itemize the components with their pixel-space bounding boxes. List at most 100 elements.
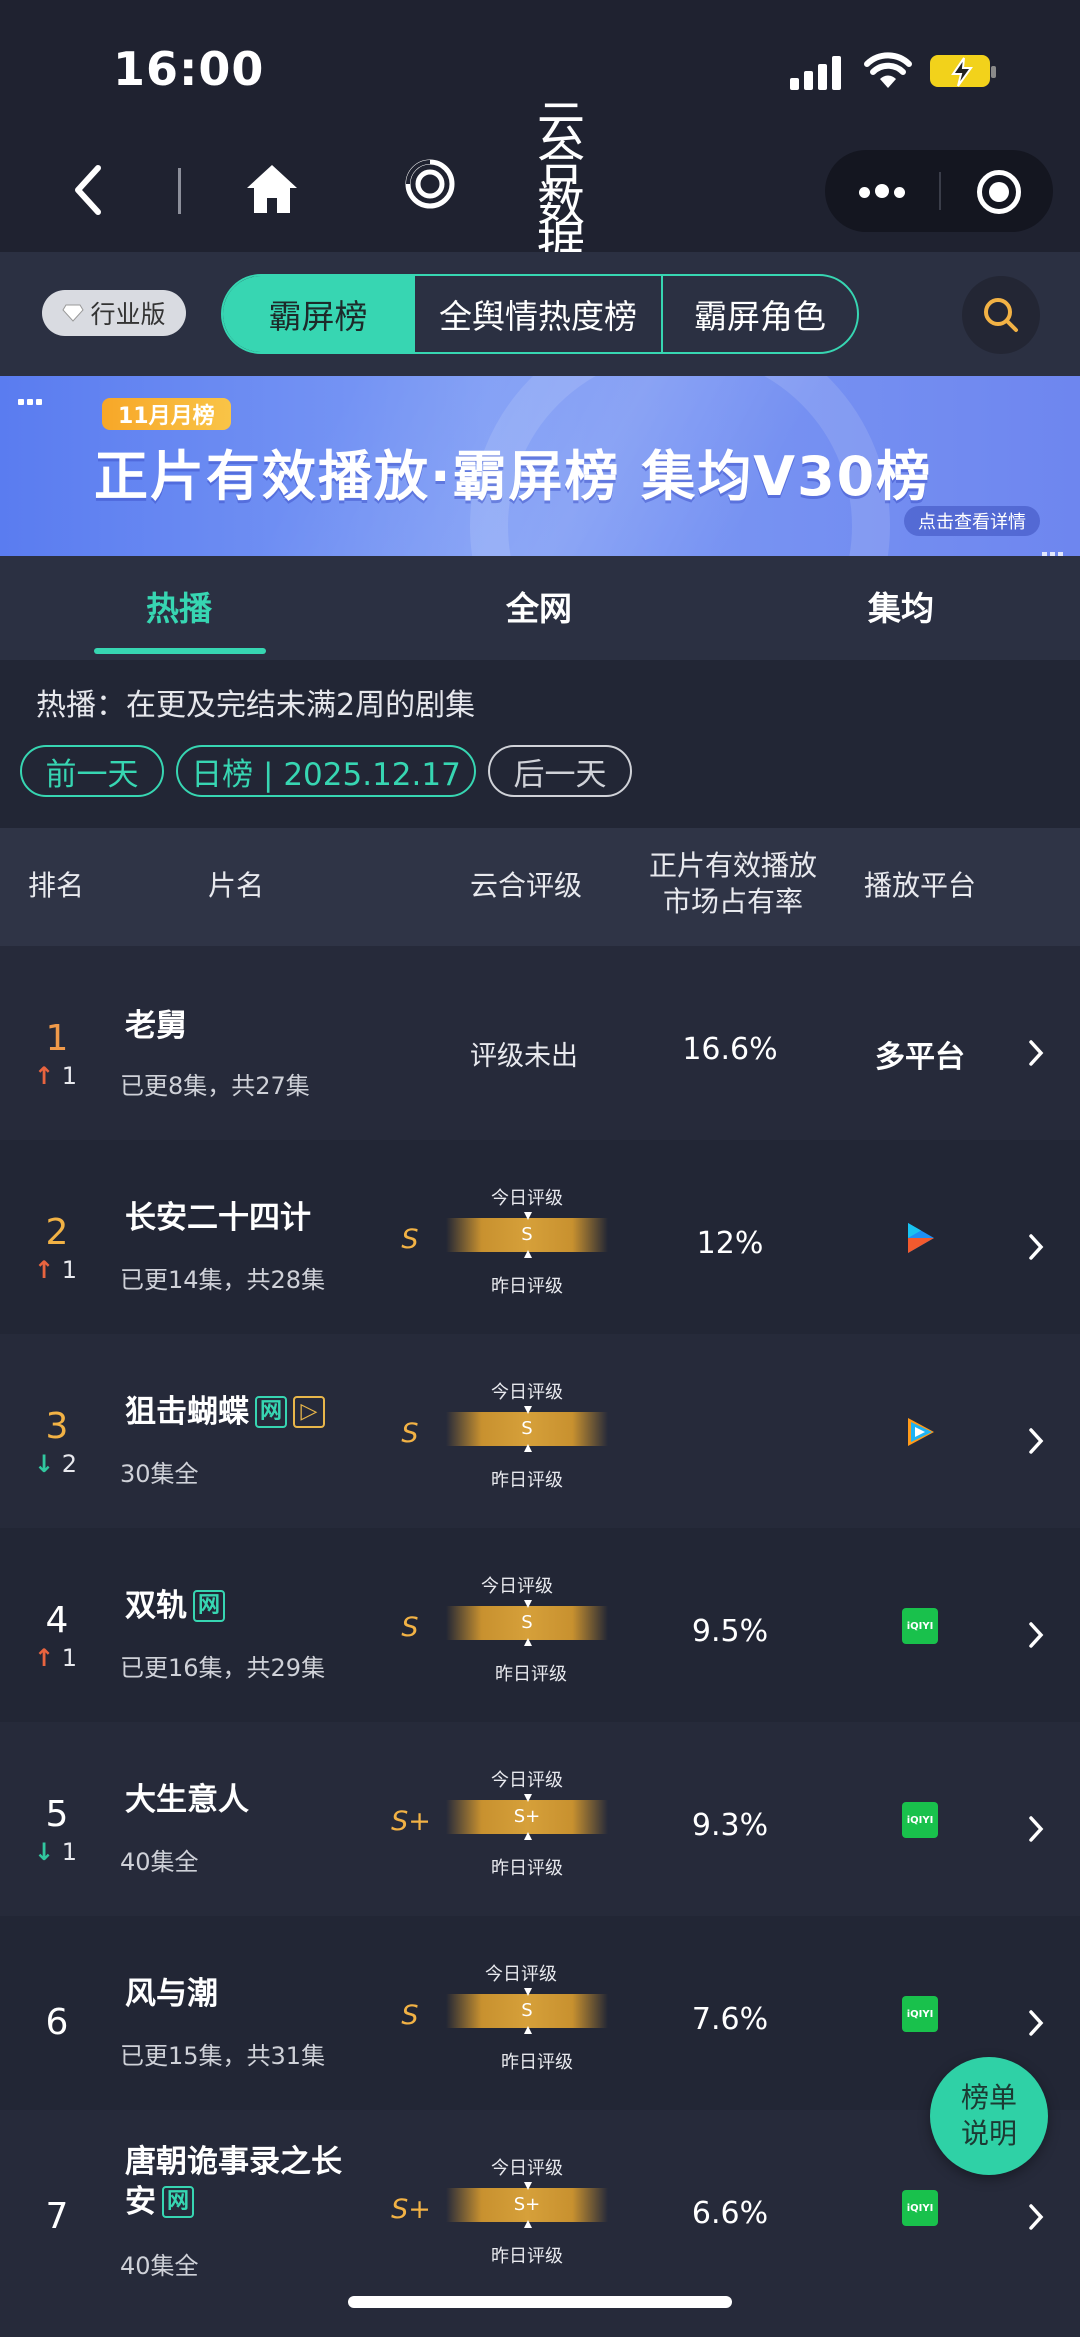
iqiyi-icon: iQIYI (902, 1996, 938, 2032)
edition-badge[interactable]: 行业版 (42, 290, 186, 336)
rank-trend: ↓ 2 (34, 1450, 78, 1478)
header-title: 片名 (208, 869, 265, 902)
grade-letter: S+ (391, 1806, 431, 1837)
segment-roles[interactable]: 霸屏角色 (661, 276, 857, 352)
yunhe-logo-icon (405, 159, 455, 209)
brand-name: 云合数据 (537, 96, 586, 272)
episode-info: 40集全 (120, 1848, 199, 1876)
drama-title: 老舅 (125, 1008, 187, 1044)
market-share: 9.3% (691, 1808, 769, 1843)
sub-tabs: 热播 全网 集均 (0, 556, 1080, 660)
grade-bar: S (446, 1600, 608, 1646)
episode-info: 已更15集，共31集 (120, 2042, 326, 2070)
active-tab-indicator (94, 648, 266, 654)
today-grade-label: 今日评级 (491, 1770, 563, 1791)
ranking-segmented-control: 霸屏榜 全舆情热度榜 霸屏角色 (221, 274, 859, 354)
drama-title: 狙击蝴蝶 网 ▷ (125, 1392, 325, 1432)
grade-bar: S+ (446, 1794, 608, 1840)
close-miniprogram-icon[interactable] (977, 170, 1021, 214)
yesterday-grade-label: 昨日评级 (491, 1276, 563, 1297)
table-row[interactable]: 4 ↑ 1 双轨 网 已更16集，共29集 S 今日评级 S 昨日评级 9.5%… (0, 1528, 1080, 1722)
back-arrow-icon[interactable] (68, 162, 108, 218)
date-navigation: 前一天 日榜 | 2025.12.17 后一天 (20, 745, 644, 797)
table-row[interactable]: 3 ↓ 2 狙击蝴蝶 网 ▷ 30集全 S 今日评级 S 昨日评级 (0, 1334, 1080, 1528)
table-row[interactable]: 2 ↑ 1 长安二十四计 已更14集，共28集 S 今日评级 S 昨日评级 12… (0, 1140, 1080, 1334)
market-share: 9.5% (691, 1614, 769, 1649)
chevron-right-icon[interactable] (1026, 2202, 1046, 2232)
header-share: 正片有效播放 市场占有率 (648, 849, 817, 918)
rank-number: 1 (45, 1018, 69, 1059)
today-grade-label: 今日评级 (491, 1382, 563, 1403)
table-row[interactable]: 5 ↓ 1 大生意人 40集全 S+ 今日评级 S+ 昨日评级 9.3% iQI… (0, 1722, 1080, 1916)
prev-day-button[interactable]: 前一天 (20, 745, 164, 797)
episode-info: 已更8集，共27集 (120, 1072, 310, 1100)
grade-letter: S (401, 1418, 419, 1449)
chevron-right-icon[interactable] (1026, 1232, 1046, 1262)
grade-bar: S (446, 1212, 608, 1258)
network-drama-tag: 网 (193, 1590, 225, 1622)
grade-letter: S (401, 1612, 419, 1643)
segment-bapingbang[interactable]: 霸屏榜 (223, 276, 413, 352)
banner-detail-link[interactable]: 点击查看详情 (904, 506, 1040, 536)
cellular-signal-icon (790, 56, 842, 90)
drama-title: 双轨 网 (125, 1586, 225, 1626)
network-drama-tag: 网 (255, 1396, 287, 1428)
yesterday-grade-label: 昨日评级 (501, 2052, 573, 2073)
rank-number: 2 (45, 1212, 69, 1253)
rank-number: 7 (45, 2196, 69, 2237)
rank-number: 3 (45, 1406, 69, 1447)
chevron-right-icon[interactable] (1026, 1620, 1046, 1650)
more-dots-icon[interactable] (859, 183, 910, 202)
table-row[interactable]: 1 ↑ 1 老舅 已更8集，共27集 评级未出 16.6% 多平台 (0, 946, 1080, 1140)
episode-info: 30集全 (120, 1460, 199, 1488)
promo-banner[interactable]: 11月月榜 正片有效播放·霸屏榜 集均V30榜 点击查看详情 (0, 376, 1080, 556)
market-share: 7.6% (691, 2002, 769, 2037)
episode-info: 已更16集，共29集 (120, 1654, 326, 1682)
rank-trend: ↑ 1 (34, 1062, 78, 1090)
episode-info: 40集全 (120, 2252, 199, 2280)
home-icon[interactable] (244, 162, 300, 216)
search-button[interactable] (962, 276, 1040, 354)
tencent-video-icon (908, 1418, 934, 1446)
battery-charging-icon (930, 55, 996, 87)
miniprogram-capsule (825, 150, 1053, 232)
grade-letter: S (401, 2000, 419, 2031)
tab-hot[interactable]: 热播 (146, 582, 212, 630)
header-platform: 播放平台 (864, 869, 977, 902)
segment-sentiment-heat[interactable]: 全舆情热度榜 (413, 276, 661, 352)
ranking-type-bar: 行业版 霸屏榜 全舆情热度榜 霸屏角色 (0, 252, 1080, 376)
header-grade: 云合评级 (470, 869, 583, 902)
exclusive-tag-icon: ▷ (293, 1396, 325, 1428)
today-grade-label: 今日评级 (485, 1964, 557, 1985)
status-time: 16:00 (113, 42, 265, 96)
wifi-icon (864, 52, 912, 88)
drama-title: 唐朝诡事录之长 安网 (125, 2144, 342, 2220)
ranking-help-button[interactable]: 榜单 说明 (930, 2057, 1048, 2175)
table-row[interactable]: 6 风与潮 已更15集，共31集 S 今日评级 S 昨日评级 7.6% iQIY… (0, 1916, 1080, 2110)
tab-all-network[interactable]: 全网 (506, 582, 572, 630)
banner-title: 正片有效播放·霸屏榜 集均V30榜 (94, 445, 933, 508)
rank-number: 5 (45, 1794, 69, 1835)
chevron-right-icon[interactable] (1026, 1426, 1046, 1456)
header-rank: 排名 (28, 869, 85, 902)
iqiyi-icon: iQIYI (902, 2190, 938, 2226)
chevron-right-icon[interactable] (1026, 2008, 1046, 2038)
brand: 云合数据 (404, 100, 585, 268)
grade-bar: S (446, 1988, 608, 2034)
table-header: 排名 片名 云合评级 正片有效播放 市场占有率 播放平台 (0, 828, 1080, 946)
iqiyi-icon: iQIYI (902, 1802, 938, 1838)
next-day-button[interactable]: 后一天 (488, 745, 632, 797)
yesterday-grade-label: 昨日评级 (491, 2246, 563, 2267)
market-share: 12% (696, 1226, 764, 1261)
today-grade-label: 今日评级 (491, 1188, 563, 1209)
rank-trend: ↑ 1 (34, 1644, 78, 1672)
yesterday-grade-label: 昨日评级 (495, 1664, 567, 1685)
chevron-right-icon[interactable] (1026, 1038, 1046, 1068)
iqiyi-icon: iQIYI (902, 1608, 938, 1644)
chevron-right-icon[interactable] (1026, 1814, 1046, 1844)
drama-title: 长安二十四计 (125, 1200, 311, 1236)
drama-title: 大生意人 (125, 1782, 249, 1818)
current-date-button[interactable]: 日榜 | 2025.12.17 (176, 745, 476, 797)
tab-per-episode[interactable]: 集均 (868, 582, 934, 630)
nav-divider (178, 168, 181, 214)
